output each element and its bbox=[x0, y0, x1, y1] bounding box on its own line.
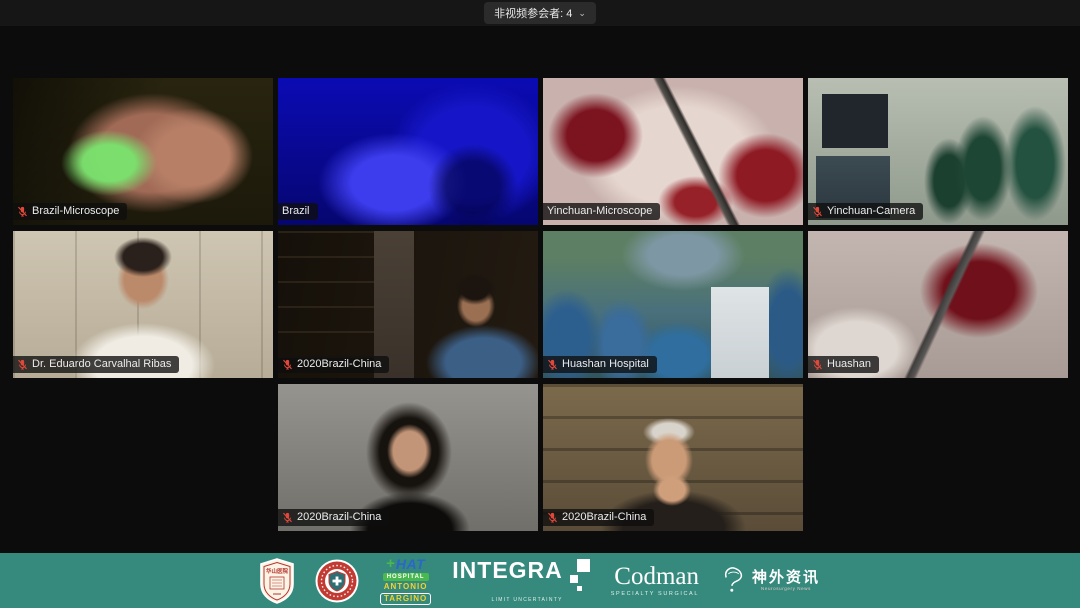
muted-mic-icon bbox=[282, 512, 293, 523]
participant-label: 2020Brazil-China bbox=[278, 509, 389, 526]
shenwai-neurosurgery-news-logo: 神外资讯 Neurosurgery News bbox=[720, 564, 820, 598]
participant-label: Brazil-Microscope bbox=[13, 203, 127, 220]
participant-label: 2020Brazil-China bbox=[278, 356, 389, 373]
participant-name: 2020Brazil-China bbox=[297, 359, 381, 370]
muted-mic-icon bbox=[547, 512, 558, 523]
muted-mic-icon bbox=[17, 206, 28, 217]
participant-name: Brazil-Microscope bbox=[32, 206, 119, 217]
top-bar: 非视频参会者: 4 ⌄ bbox=[0, 0, 1080, 26]
participant-name: Huashan Hospital bbox=[562, 359, 649, 370]
video-tile-huashan[interactable]: Huashan bbox=[808, 231, 1068, 378]
participant-label: Huashan bbox=[808, 356, 879, 373]
video-tile-brazil[interactable]: Brazil bbox=[278, 78, 538, 225]
video-tile-brazil-microscope[interactable]: Brazil-Microscope bbox=[13, 78, 273, 225]
video-grid: Brazil-Microscope Brazil Yinchuan-Micros… bbox=[13, 78, 1068, 531]
muted-mic-icon bbox=[282, 359, 293, 370]
participant-name: Dr. Eduardo Carvalhal Ribas bbox=[32, 359, 171, 370]
codman-logo: Codman SPECIALTY SURGICAL bbox=[611, 564, 699, 597]
participant-label: Yinchuan-Camera bbox=[808, 203, 923, 220]
muted-mic-icon bbox=[547, 359, 558, 370]
hat-hospital-antonio-targino-logo: + HAT HOSPITAL ANTONIO TARGINO bbox=[380, 556, 431, 605]
participant-label: Yinchuan-Microscope bbox=[543, 203, 660, 220]
brain-swirl-icon bbox=[720, 564, 748, 598]
nonvideo-participants-button[interactable]: 非视频参会者: 4 ⌄ bbox=[484, 2, 596, 24]
video-tile-eduardo-ribas[interactable]: Dr. Eduardo Carvalhal Ribas bbox=[13, 231, 273, 378]
video-tile-yinchuan-microscope[interactable]: Yinchuan-Microscope bbox=[543, 78, 803, 225]
nonvideo-participants-label: 非视频参会者: 4 bbox=[494, 5, 572, 21]
muted-mic-icon bbox=[812, 359, 823, 370]
meeting-stage: 非视频参会者: 4 ⌄ Brazil-Microscope Brazil Yin… bbox=[0, 0, 1080, 608]
participant-label: 2020Brazil-China bbox=[543, 509, 654, 526]
participant-name: 2020Brazil-China bbox=[562, 512, 646, 523]
chevron-down-icon: ⌄ bbox=[578, 8, 586, 19]
muted-mic-icon bbox=[812, 206, 823, 217]
integra-logo: INTEGRA LIMIT UNCERTAINTY bbox=[452, 559, 590, 603]
participant-name: Yinchuan-Camera bbox=[827, 206, 915, 217]
svg-text:华山医院: 华山医院 bbox=[266, 567, 289, 575]
video-tile-yinchuan-camera[interactable]: Yinchuan-Camera bbox=[808, 78, 1068, 225]
video-tile-brazil-china-woman[interactable]: 2020Brazil-China bbox=[278, 384, 538, 531]
sponsor-banner: 华山医院 + HAT HOSPITAL ANTONI bbox=[0, 553, 1080, 608]
participant-label: Dr. Eduardo Carvalhal Ribas bbox=[13, 356, 179, 373]
participant-name: Huashan bbox=[827, 359, 871, 370]
huashan-hospital-shield-logo: 华山医院 bbox=[260, 558, 294, 604]
video-tile-brazil-china-man[interactable]: 2020Brazil-China bbox=[278, 231, 538, 378]
participant-name: Yinchuan-Microscope bbox=[547, 206, 652, 217]
muted-mic-icon bbox=[17, 359, 28, 370]
video-tile-huashan-hospital[interactable]: Huashan Hospital bbox=[543, 231, 803, 378]
hospital-round-emblem-logo bbox=[315, 559, 359, 603]
participant-name: Brazil bbox=[282, 206, 310, 217]
participant-label: Huashan Hospital bbox=[543, 356, 657, 373]
green-cross-icon: + bbox=[386, 556, 395, 571]
participant-name: 2020Brazil-China bbox=[297, 512, 381, 523]
integra-squares-icon bbox=[568, 559, 590, 595]
participant-label: Brazil bbox=[278, 203, 318, 220]
video-tile-brazil-china-elder[interactable]: 2020Brazil-China bbox=[543, 384, 803, 531]
